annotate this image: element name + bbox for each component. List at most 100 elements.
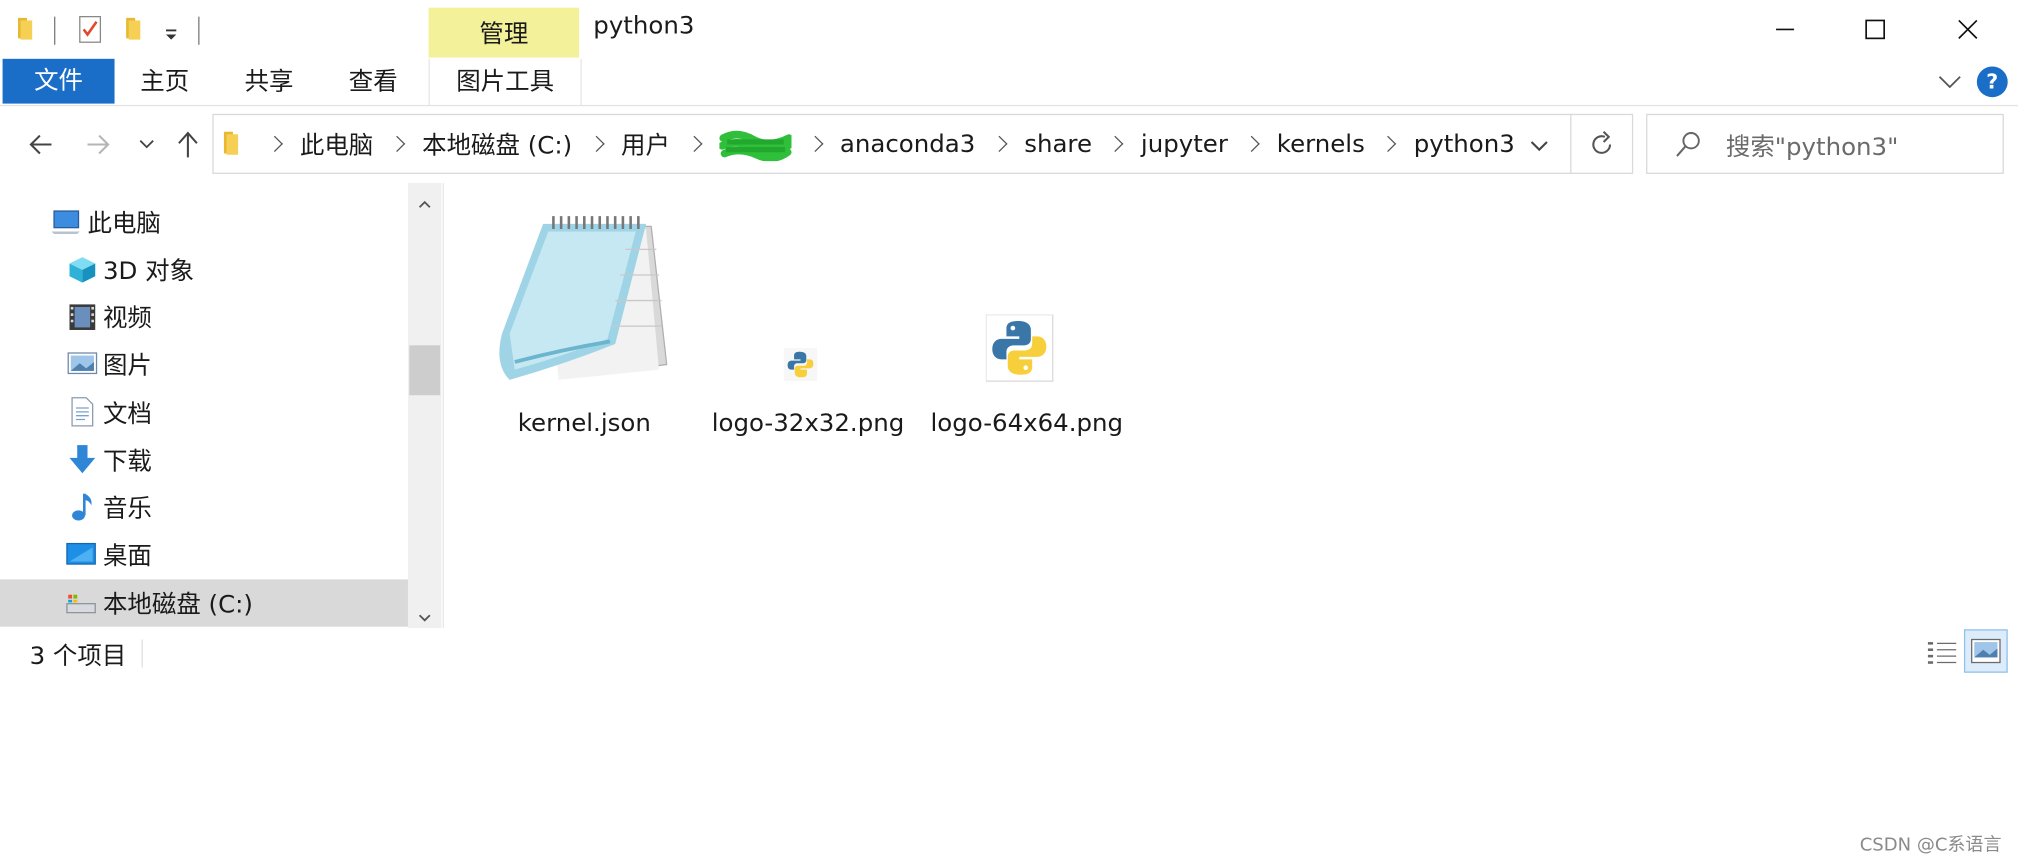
search-input[interactable]: 搜索"python3" [1726,128,1898,163]
back-arrow-icon [29,134,52,155]
status-divider [141,639,143,668]
folder-icon [221,130,242,161]
file-item[interactable]: logo-64x64.png [930,205,1124,438]
crumb-username-redacted[interactable] [718,127,791,161]
details-view-icon [1927,642,1957,664]
chevron-right-icon[interactable] [1243,135,1260,153]
tab-share[interactable]: 共享 [232,59,307,104]
sidebar-item-label: 下载 [102,447,152,476]
computer-icon [50,208,81,243]
file-name: logo-32x32.png [711,409,905,438]
new-folder-icon[interactable] [124,15,145,46]
address-divider [1570,113,1572,174]
folder-icon[interactable] [15,15,36,46]
chevron-right-icon[interactable] [685,135,702,153]
maximize-button[interactable] [1829,0,1922,59]
toolbar-divider [54,16,56,45]
cube-3d-icon [67,255,98,292]
video-icon [68,303,96,338]
sidebar-item-documents[interactable]: 文档 [0,389,408,436]
tab-file[interactable]: 文件 [2,58,115,104]
file-name: logo-64x64.png [930,409,1124,438]
manage-tab[interactable]: 管理 [428,7,580,58]
crumb-users[interactable]: 用户 [621,127,670,162]
chevron-right-icon[interactable] [587,135,605,153]
drive-icon [66,592,97,621]
forward-button[interactable] [81,128,114,161]
sidebar-item-pictures[interactable]: 图片 [0,340,408,387]
sidebar-item-label: 视频 [102,304,152,333]
crumb-this-pc[interactable]: 此电脑 [300,127,373,162]
sidebar-item-label: 文档 [102,400,152,429]
chevron-right-icon[interactable] [1380,135,1397,153]
large-icons-view-icon [1971,638,2001,664]
address-history-dropdown[interactable] [1529,136,1550,160]
picture-icon [67,352,98,381]
crumb-jupyter[interactable]: jupyter [1141,130,1228,158]
watermark: CSDN @C系语言 [1859,835,2002,856]
python-logo-small-icon [783,347,818,388]
tab-picture-tools[interactable]: 图片工具 [428,58,582,105]
chevron-right-icon[interactable] [806,135,823,153]
file-name: kernel.json [517,409,651,438]
sidebar-item-downloads[interactable]: 下载 [0,436,408,483]
ribbon-divider [0,104,2018,107]
pane-divider [442,182,445,628]
python-logo-large-icon [985,313,1055,390]
notepad-icon [486,211,674,389]
sidebar-item-label: 3D 对象 [102,257,195,286]
chevron-right-icon[interactable] [388,135,406,153]
expand-ribbon-icon[interactable] [1937,72,1963,96]
chevron-right-icon[interactable] [266,135,283,153]
sidebar-item-3d-objects[interactable]: 3D 对象 [0,246,408,293]
sidebar-item-music[interactable]: 音乐 [0,483,408,530]
minimize-button[interactable] [1739,0,1832,59]
toolbar-divider [198,16,200,45]
tab-home[interactable]: 主页 [127,59,202,104]
scroll-down-icon[interactable] [417,605,432,629]
document-icon [69,396,95,433]
crumb-drive-c[interactable]: 本地磁盘 (C:) [422,127,572,162]
recent-locations-button[interactable] [130,128,163,161]
chevron-down-icon [1530,141,1548,152]
crumb-anaconda3[interactable]: anaconda3 [840,130,975,158]
scrollbar-thumb[interactable] [409,345,441,396]
properties-icon[interactable] [79,15,102,48]
sidebar-scrollbar[interactable] [407,182,442,628]
close-icon [1958,19,1978,39]
forward-arrow-icon [87,134,110,155]
chevron-right-icon[interactable] [1107,135,1124,153]
crumb-share[interactable]: share [1024,130,1092,158]
file-item[interactable]: kernel.json [499,205,669,438]
scroll-up-icon[interactable] [417,192,432,216]
chevron-down-icon [139,140,154,149]
back-button[interactable] [24,128,57,161]
sidebar-item-label: 音乐 [102,494,152,524]
close-button[interactable] [1921,0,2014,59]
sidebar-item-this-pc[interactable]: 此电脑 [0,198,408,245]
help-button[interactable]: ? [1976,66,2008,98]
sidebar-item-videos[interactable]: 视频 [0,293,408,340]
crumb-kernels[interactable]: kernels [1277,130,1365,158]
breadcrumb: 此电脑 本地磁盘 (C:) 用户 anaconda3 share jupyter… [251,114,1515,174]
up-arrow-icon [178,131,198,158]
search-icon [1674,130,1702,163]
large-icons-view-button[interactable] [1963,629,2008,673]
window-title: python3 [593,11,695,40]
download-icon [68,444,96,481]
sidebar-item-local-disk-c[interactable]: 本地磁盘 (C:) [0,579,408,627]
minimize-icon [1776,28,1795,31]
sidebar-item-label: 桌面 [102,542,152,571]
customize-dropdown-icon[interactable] [165,23,178,47]
sidebar-item-label: 本地磁盘 (C:) [102,590,253,620]
crumb-python3[interactable]: python3 [1414,130,1515,158]
file-item[interactable]: logo-32x32.png [711,205,905,438]
refresh-button[interactable] [1589,130,1615,163]
up-button[interactable] [171,128,204,161]
sidebar-item-desktop[interactable]: 桌面 [0,531,408,578]
chevron-right-icon[interactable] [990,135,1008,153]
tab-view[interactable]: 查看 [336,59,411,104]
details-view-button[interactable] [1927,640,1958,671]
redaction-scribble [718,130,791,161]
maximize-icon [1865,19,1886,40]
